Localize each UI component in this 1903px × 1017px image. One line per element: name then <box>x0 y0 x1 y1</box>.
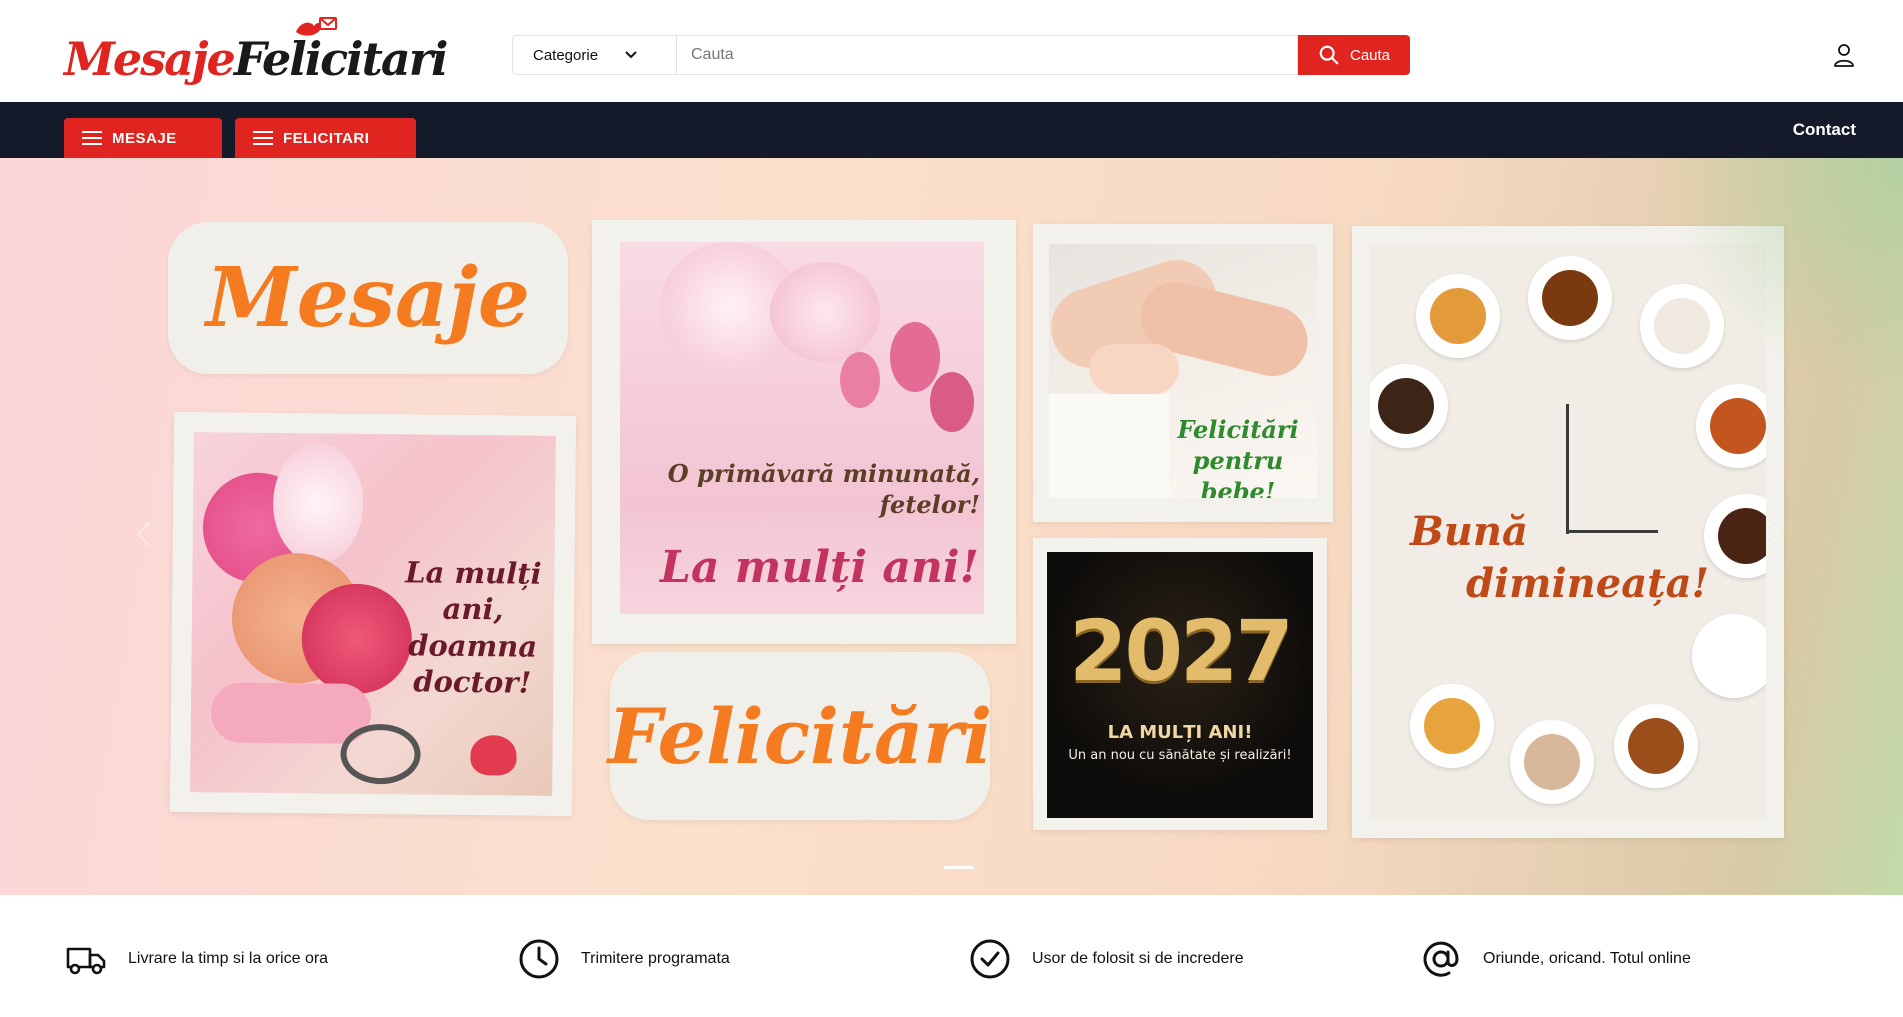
card-blossom-text-2: La mulți ani! <box>660 542 979 593</box>
slider-prev-arrow-icon[interactable] <box>136 520 152 548</box>
bird-envelope-icon <box>296 17 337 36</box>
coffee-cup-shape <box>1704 494 1766 578</box>
search-button[interactable]: Cauta <box>1298 35 1410 75</box>
heart-shape <box>470 735 517 776</box>
card-flowers-image: La mulți ani, doamna doctor! <box>190 432 556 796</box>
hero-pill-felicitari: Felicitări <box>608 652 992 820</box>
hamburger-menu-icon <box>82 131 102 145</box>
search-bar: Categorie Cauta <box>512 35 1410 75</box>
card-coffee-text: Bună dimineața! <box>1410 508 1710 607</box>
logo-text: MesajeFelicitari <box>64 32 448 86</box>
sugar-cup-shape <box>1640 284 1724 368</box>
nav-contact-link[interactable]: Contact <box>1793 120 1856 140</box>
chevron-down-icon <box>625 51 637 59</box>
card-spring-blossom: O primăvară minunată, fetelor! La mulți … <box>592 220 1016 644</box>
category-select-label: Categorie <box>533 46 599 64</box>
card-blossom-image: O primăvară minunată, fetelor! La mulți … <box>620 242 984 614</box>
features-strip: Livrare la timp si la orice ora Trimiter… <box>0 895 1903 1017</box>
slider-next-arrow-icon[interactable] <box>1766 520 1782 548</box>
nav-felicitari-button[interactable]: FELICITARI <box>235 118 416 158</box>
card-new-year: 2027 LA MULȚI ANI! Un an nou cu sănătate… <box>1033 538 1327 830</box>
card-new-year-year: 2027 <box>1069 602 1294 700</box>
feature-label: Oriunde, oricand. Totul online <box>1483 950 1691 967</box>
search-icon <box>1319 45 1339 65</box>
card-coffee-image: Bună dimineața! <box>1370 244 1766 820</box>
beans-cup-shape <box>1370 364 1448 448</box>
bud-shape <box>890 322 940 392</box>
card-good-morning: Bună dimineața! <box>1352 226 1784 838</box>
bud-shape <box>840 352 880 408</box>
hamburger-menu-icon <box>253 131 273 145</box>
nav-mesaje-button[interactable]: MESAJE <box>64 118 222 158</box>
search-button-label: Cauta <box>1349 46 1391 64</box>
truck-icon <box>66 947 106 975</box>
milk-cup-shape <box>1692 614 1766 698</box>
coffee-cup-shape <box>1614 704 1698 788</box>
card-blossom-text-1: O primăvară minunată, fetelor! <box>667 459 980 520</box>
card-flowers-text: La mulți ani, doamna doctor! <box>405 555 542 700</box>
baby-hand-shape <box>1089 344 1179 394</box>
ribbon-shape <box>210 682 372 744</box>
feature-item: Usor de folosit si de incredere <box>968 937 1244 981</box>
card-new-year-image: 2027 LA MULȚI ANI! Un an nou cu sănătate… <box>1047 552 1313 818</box>
check-circle-icon <box>970 939 1010 979</box>
user-account-icon[interactable] <box>1832 42 1856 68</box>
nav-mesaje-label: MESAJE <box>112 129 177 147</box>
clock-icon <box>519 939 559 979</box>
blossom-shape <box>770 262 880 362</box>
coffee-cup-shape <box>1416 274 1500 358</box>
hero-pill-mesaje: Mesaje <box>168 222 568 374</box>
category-select[interactable]: Categorie <box>512 35 676 75</box>
card-baby-image: Felicitări pentru bebe! <box>1049 244 1317 498</box>
slider-indicator-dot[interactable] <box>944 866 974 869</box>
blanket-shape <box>1049 394 1169 498</box>
at-sign-icon <box>1423 941 1459 977</box>
card-new-year-text-2: Un an nou cu sănătate și realizări! <box>1068 748 1292 763</box>
card-flowers-doctor: La mulți ani, doamna doctor! <box>169 411 577 817</box>
feature-label: Usor de folosit si de incredere <box>1032 950 1244 967</box>
card-baby: Felicitări pentru bebe! <box>1033 224 1333 522</box>
feature-label: Livrare la timp si la orice ora <box>128 950 329 967</box>
site-header: MesajeFelicitari Categorie Cauta <box>0 0 1903 102</box>
hero-banner[interactable]: Mesaje La mulți ani, doamna doctor! O pr… <box>0 158 1903 895</box>
coffee-cup-shape <box>1528 256 1612 340</box>
feature-label: Trimitere programata <box>581 950 730 967</box>
main-nav: MESAJE FELICITARI Contact <box>0 102 1903 158</box>
stethoscope-shape <box>340 723 421 785</box>
latte-cup-shape <box>1510 720 1594 804</box>
flower-shape <box>272 442 364 564</box>
nav-felicitari-label: FELICITARI <box>283 129 370 147</box>
site-logo[interactable]: MesajeFelicitari <box>64 17 448 88</box>
tea-cup-shape <box>1410 684 1494 768</box>
feature-item: Oriunde, oricand. Totul online <box>1419 937 1691 981</box>
card-new-year-text-1: LA MULȚI ANI! <box>1107 722 1253 743</box>
feature-item: Livrare la timp si la orice ora <box>64 937 328 981</box>
card-baby-text: Felicitări pentru bebe! <box>1177 415 1299 498</box>
feature-item: Trimitere programata <box>517 937 730 981</box>
search-input[interactable] <box>676 35 1298 75</box>
tea-cup-shape <box>1696 384 1766 468</box>
bud-shape <box>930 372 974 432</box>
